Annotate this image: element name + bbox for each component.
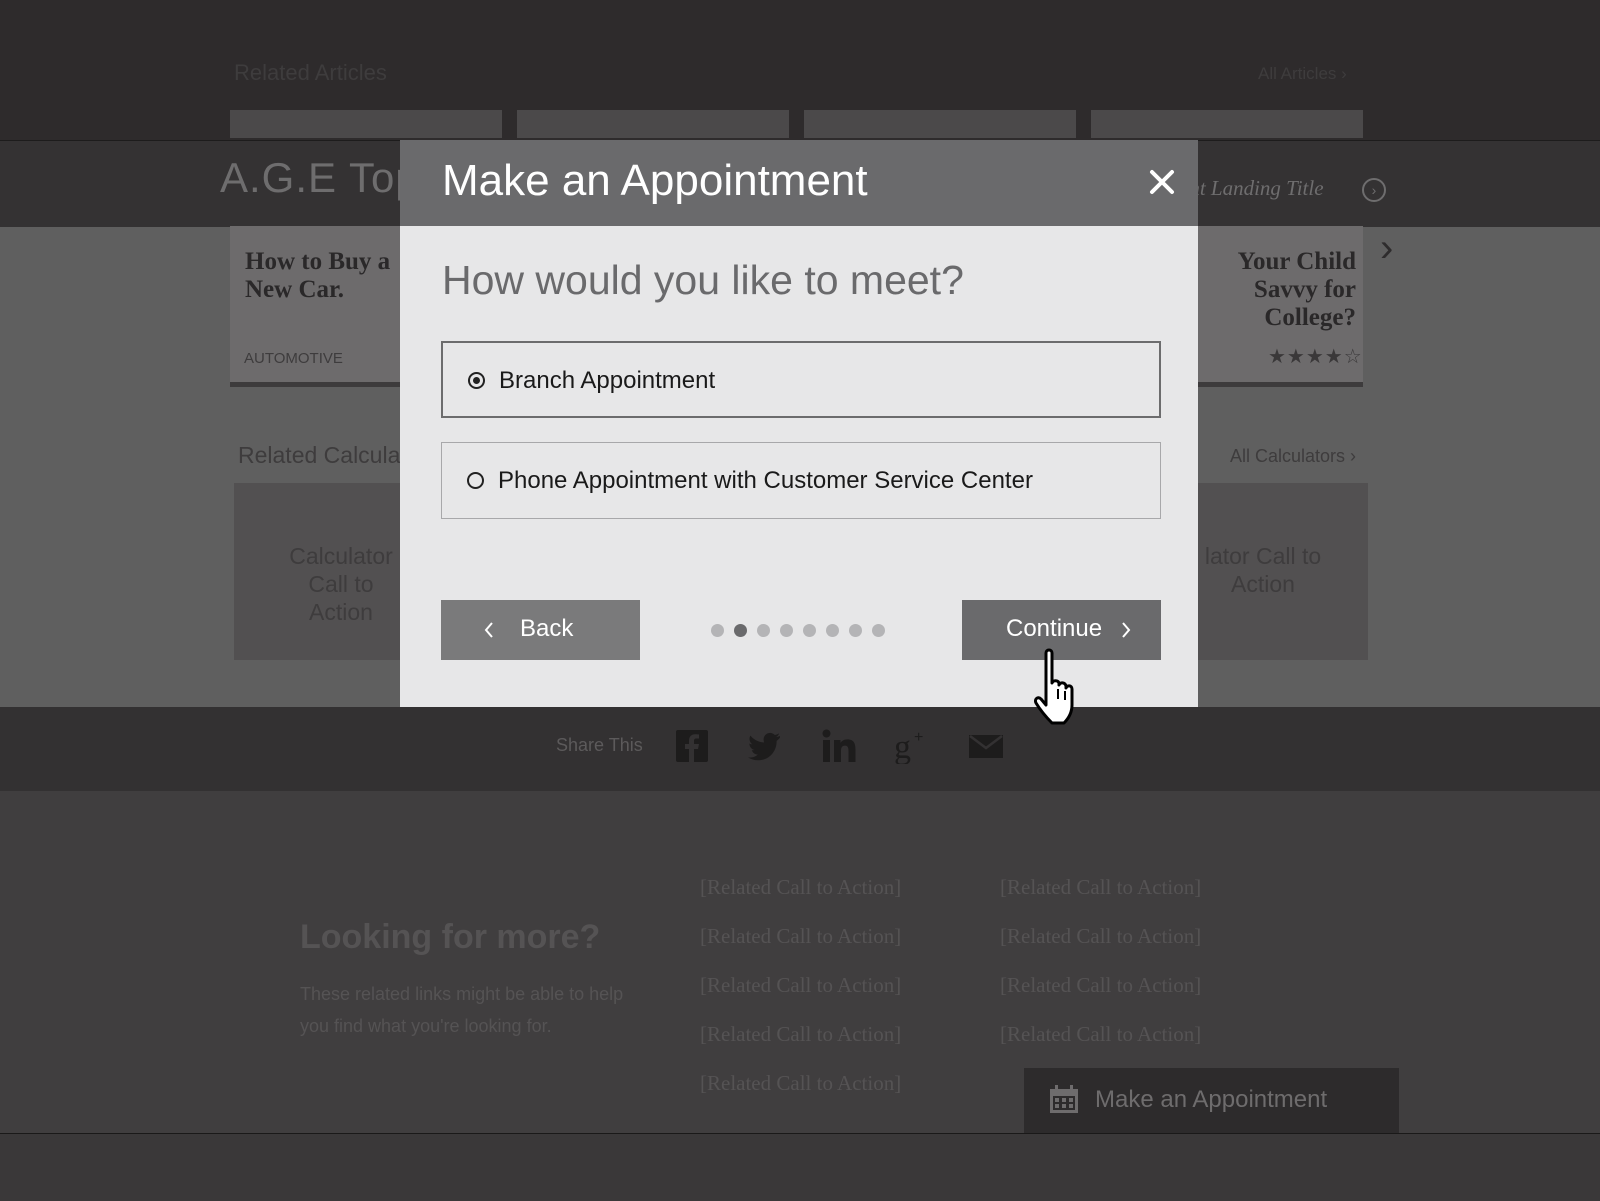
looking-for-more-text: These related links might be able to hel… — [300, 984, 624, 1036]
step-dot-active — [734, 624, 747, 637]
article-card-image — [1091, 110, 1363, 138]
calculator-cta-text: lator Call to Action — [1204, 543, 1322, 597]
radio-selected[interactable] — [468, 372, 485, 389]
calculator-cta-text: Calculator Call to Action — [289, 543, 393, 625]
mail-icon[interactable] — [968, 728, 1004, 764]
facebook-icon[interactable] — [674, 728, 710, 764]
linkedin-icon[interactable] — [820, 728, 856, 764]
related-cta-link[interactable]: [Related Call to Action] — [700, 872, 901, 921]
svg-text:g: g — [894, 729, 911, 764]
meeting-question: How would you like to meet? — [442, 257, 964, 303]
back-label: Back — [520, 615, 574, 642]
all-articles-link[interactable]: All Articles › — [1258, 64, 1347, 84]
related-cta-link[interactable]: [Related Call to Action] — [1000, 1019, 1201, 1068]
modal-header: Make an Appointment — [400, 140, 1198, 226]
article-card-image — [230, 110, 502, 138]
chevron-right-icon — [1122, 622, 1131, 638]
step-dot — [849, 624, 862, 637]
related-articles-title: Related Articles — [234, 60, 387, 85]
modal-title: Make an Appointment — [442, 156, 868, 205]
landing-title-link[interactable]: ent Landing Title — [1180, 176, 1324, 201]
related-cta-link[interactable]: [Related Call to Action] — [1000, 872, 1201, 921]
step-dot — [826, 624, 839, 637]
back-button[interactable]: Back — [441, 600, 640, 660]
step-dot — [780, 624, 793, 637]
article-card-image — [517, 110, 789, 138]
google-plus-icon[interactable]: g + — [894, 728, 930, 764]
twitter-icon[interactable] — [746, 728, 782, 764]
related-calculators-title: Related Calcula — [238, 442, 401, 468]
article-card-title[interactable]: Your Child Savvy for College? — [1196, 248, 1356, 332]
continue-label: Continue — [1006, 615, 1103, 642]
topics-title: A.G.E Top — [220, 154, 420, 201]
carousel-next-icon[interactable]: › — [1380, 226, 1393, 271]
radio-unselected[interactable] — [467, 472, 484, 489]
calendar-icon — [1050, 1085, 1078, 1113]
step-dot — [711, 624, 724, 637]
chevron-left-icon — [484, 622, 493, 638]
step-dot — [757, 624, 770, 637]
article-card-image — [804, 110, 1076, 138]
option-phone-appointment[interactable]: Phone Appointment with Customer Service … — [441, 442, 1161, 519]
arrow-circle-icon[interactable]: › — [1362, 178, 1386, 202]
option-branch-appointment[interactable]: Branch Appointment — [441, 341, 1161, 418]
star-rating: ★★★★☆ — [1268, 346, 1363, 368]
step-dot — [803, 624, 816, 637]
make-appointment-label[interactable]: Make an Appointment — [1095, 1086, 1327, 1114]
option-label: Phone Appointment with Customer Service … — [498, 467, 1033, 494]
related-cta-link[interactable]: [Related Call to Action] — [700, 1019, 901, 1068]
article-card-category: AUTOMOTIVE — [244, 350, 343, 367]
article-card-title[interactable]: How to Buy a New Car. — [245, 248, 405, 304]
cta-column: [Related Call to Action] [Related Call t… — [1000, 872, 1201, 1068]
cta-column: [Related Call to Action] [Related Call t… — [700, 872, 901, 1117]
looking-for-more-title: Looking for more? — [300, 918, 601, 956]
share-label: Share This — [556, 735, 643, 755]
appointment-modal: Make an Appointment How would you like t… — [400, 140, 1198, 707]
step-dot — [872, 624, 885, 637]
related-cta-link[interactable]: [Related Call to Action] — [700, 1068, 901, 1117]
related-cta-link[interactable]: [Related Call to Action] — [1000, 970, 1201, 1019]
close-icon[interactable] — [1142, 162, 1182, 202]
related-cta-link[interactable]: [Related Call to Action] — [700, 970, 901, 1019]
hand-pointer-icon — [1034, 648, 1074, 725]
related-cta-link[interactable]: [Related Call to Action] — [700, 921, 901, 970]
all-calculators-link[interactable]: All Calculators › — [1230, 446, 1356, 467]
share-bar — [0, 707, 1600, 791]
page-bottom-bar — [0, 1133, 1600, 1201]
related-cta-link[interactable]: [Related Call to Action] — [1000, 921, 1201, 970]
svg-text:+: + — [914, 729, 923, 746]
option-label: Branch Appointment — [499, 367, 716, 394]
